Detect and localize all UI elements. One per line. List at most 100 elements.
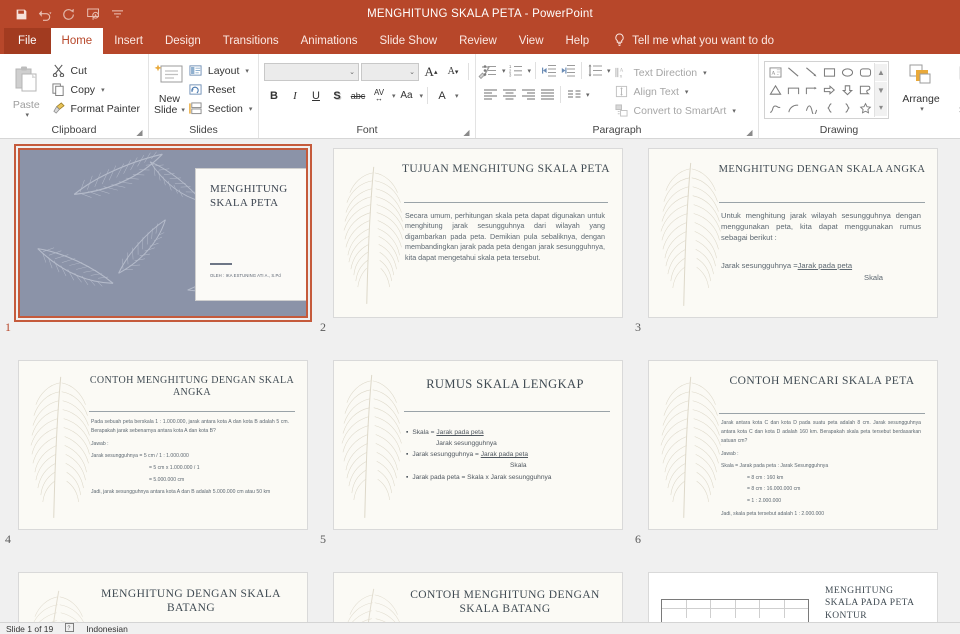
slide-thumbnail-6[interactable]: CONTOH MENCARI SKALA PETA Jarak antara k… [635, 360, 960, 572]
font-name-combo[interactable]: ⌄ [264, 62, 359, 81]
shape-rounded-rectangle[interactable] [856, 63, 874, 81]
layout-button[interactable]: Layout ▾ [185, 61, 256, 80]
decrease-font-size-button[interactable]: A ▾ [443, 62, 463, 81]
start-presentation-icon[interactable] [82, 3, 104, 25]
shapes-more-icon[interactable]: ▾ [875, 99, 887, 116]
format-painter-button[interactable]: Format Painter [48, 99, 143, 118]
tab-review[interactable]: Review [448, 28, 508, 54]
shape-left-brace[interactable] [820, 99, 838, 117]
shape-right-arrow[interactable] [820, 81, 838, 99]
accessibility-check-icon[interactable]: ? [65, 623, 75, 634]
slide-thumbnail-5[interactable]: RUMUS SKALA LENGKAP ▪ Skala = Jarak pada… [320, 360, 648, 572]
shape-star[interactable] [856, 99, 874, 117]
redo-icon[interactable] [58, 3, 80, 25]
cut-button[interactable]: Cut [48, 61, 143, 80]
underline-button[interactable]: U [306, 86, 326, 105]
shape-line[interactable] [784, 63, 802, 81]
columns-caret[interactable]: ▾ [586, 91, 590, 99]
section-dropdown-caret[interactable]: ▾ [249, 105, 253, 113]
shapes-gallery-scrollbar[interactable]: ▲ ▼ ▾ [874, 63, 887, 117]
paste-dropdown-caret[interactable]: ▾ [26, 111, 30, 119]
change-case-caret[interactable]: ▾ [420, 92, 424, 100]
slide-thumbnail-9[interactable]: MENGHITUNG SKALA PADA PETA KONTUR [648, 572, 960, 622]
italic-button[interactable]: I [285, 86, 305, 105]
tab-file[interactable]: File [4, 28, 51, 54]
increase-indent-icon[interactable] [559, 62, 577, 79]
shapes-scroll-up-icon[interactable]: ▲ [875, 64, 887, 81]
text-shadow-button[interactable]: S [327, 86, 347, 105]
smartart-caret[interactable]: ▾ [732, 107, 736, 115]
new-slide-button[interactable]: New Slide ▾ [154, 59, 185, 116]
clipboard-dialog-launcher[interactable]: ◢ [135, 128, 144, 137]
bullets-icon[interactable] [481, 62, 499, 79]
copy-button[interactable]: Copy ▾ [48, 80, 143, 99]
align-text-button[interactable]: Align Text ▾ [611, 82, 753, 101]
character-spacing-caret[interactable]: ▾ [392, 92, 396, 100]
shapes-scroll-down-icon[interactable]: ▼ [875, 81, 887, 99]
section-button[interactable]: Section ▾ [185, 99, 256, 118]
arrange-button[interactable]: Arrange ▾ [895, 61, 947, 113]
paragraph-dialog-launcher[interactable]: ◢ [745, 128, 754, 137]
bold-button[interactable]: B [264, 86, 284, 105]
slide-thumbnail-2[interactable]: TUJUAN MENGHITUNG SKALA PETA Secara umum… [320, 148, 648, 360]
customize-quick-access-icon[interactable] [106, 3, 128, 25]
tab-insert[interactable]: Insert [103, 28, 154, 54]
align-right-icon[interactable] [519, 86, 537, 103]
shape-triangle[interactable] [766, 81, 784, 99]
undo-icon[interactable] [34, 3, 56, 25]
shape-text-box[interactable]: A [766, 63, 784, 81]
paste-button[interactable]: Paste ▾ [5, 59, 48, 119]
font-size-caret[interactable]: ⌄ [409, 68, 415, 76]
quick-styles-button[interactable]: Quic Styles [953, 61, 960, 116]
tab-view[interactable]: View [508, 28, 555, 54]
shapes-gallery[interactable]: A ▲ ▼ ▾ [764, 61, 889, 119]
change-case-button[interactable]: Aa [397, 86, 417, 105]
slide-thumbnail-8[interactable]: CONTOH MENGHITUNG DENGAN SKALA BATANG [333, 572, 648, 622]
text-direction-button[interactable]: An Text Direction ▾ [611, 63, 753, 82]
shape-down-arrow[interactable] [838, 81, 856, 99]
align-center-icon[interactable] [500, 86, 518, 103]
font-name-caret[interactable]: ⌄ [349, 68, 355, 76]
font-size-combo[interactable]: ⌄ [361, 62, 419, 81]
tab-animations[interactable]: Animations [290, 28, 369, 54]
font-color-caret[interactable]: ▾ [455, 92, 459, 100]
convert-to-smartart-button[interactable]: Convert to SmartArt ▾ [611, 101, 753, 120]
shape-arrow[interactable] [802, 63, 820, 81]
decrease-indent-icon[interactable] [540, 62, 558, 79]
font-dialog-launcher[interactable]: ◢ [462, 128, 471, 137]
save-icon[interactable] [10, 3, 32, 25]
tab-help[interactable]: Help [555, 28, 601, 54]
slide-thumbnail-1[interactable]: MENGHITUNG SKALA PETA OLEH : IKA ESTUNIN… [5, 144, 333, 360]
layout-dropdown-caret[interactable]: ▾ [245, 67, 249, 75]
tab-home[interactable]: Home [50, 28, 104, 54]
slide-thumbnail-7[interactable]: MENGHITUNG DENGAN SKALA BATANG [18, 572, 333, 622]
shape-flowchart[interactable] [856, 81, 874, 99]
align-text-caret[interactable]: ▾ [685, 88, 689, 96]
tab-transitions[interactable]: Transitions [212, 28, 290, 54]
bullets-caret[interactable]: ▾ [502, 67, 506, 75]
shape-oval[interactable] [838, 63, 856, 81]
tab-design[interactable]: Design [154, 28, 212, 54]
arrange-dropdown-caret[interactable]: ▾ [920, 105, 924, 113]
language-indicator[interactable]: Indonesian [86, 624, 128, 634]
slide-thumbnail-4[interactable]: CONTOH MENGHITUNG DENGAN SKALA ANGKA Pad… [5, 360, 333, 572]
shape-scribble[interactable] [766, 99, 784, 117]
increase-font-size-button[interactable]: A ▴ [421, 62, 441, 81]
slide-thumbnail-3[interactable]: MENGHITUNG DENGAN SKALA ANGKA Untuk meng… [635, 148, 960, 360]
shape-elbow-connector[interactable] [784, 81, 802, 99]
align-left-icon[interactable] [481, 86, 499, 103]
line-spacing-icon[interactable] [586, 62, 604, 79]
tab-slide-show[interactable]: Slide Show [369, 28, 449, 54]
shape-rectangle[interactable] [820, 63, 838, 81]
text-direction-caret[interactable]: ▾ [703, 69, 707, 77]
reset-button[interactable]: Reset [185, 80, 256, 99]
columns-icon[interactable] [565, 86, 583, 103]
shape-arc[interactable] [784, 99, 802, 117]
tell-me-box[interactable]: Tell me what you want to do [600, 28, 774, 54]
shape-right-brace[interactable] [838, 99, 856, 117]
shape-curve[interactable] [802, 99, 820, 117]
strikethrough-button[interactable]: abc [348, 86, 368, 105]
slide-thumbnail-pane[interactable]: MENGHITUNG SKALA PETA OLEH : IKA ESTUNIN… [0, 139, 960, 622]
copy-dropdown-caret[interactable]: ▾ [101, 86, 105, 94]
font-color-button[interactable]: A [432, 86, 452, 105]
